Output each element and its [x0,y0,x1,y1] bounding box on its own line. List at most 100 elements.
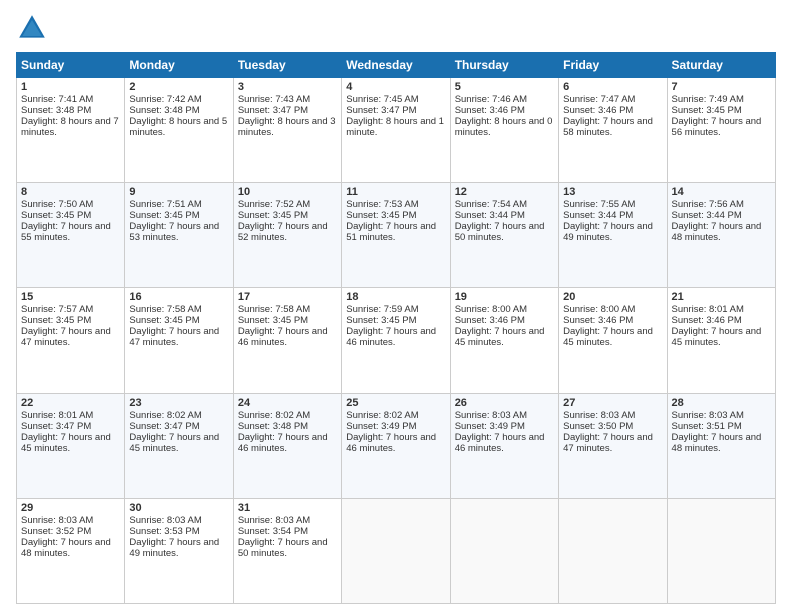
daylight: Daylight: 7 hours and 50 minutes. [238,537,328,559]
daylight: Daylight: 7 hours and 46 minutes. [346,432,436,454]
day-number: 31 [238,502,337,514]
sunrise: Sunrise: 7:41 AM [21,94,93,105]
sunset: Sunset: 3:45 PM [672,105,742,116]
sunrise: Sunrise: 8:02 AM [129,410,201,421]
sunrise: Sunrise: 8:02 AM [238,410,310,421]
sunset: Sunset: 3:46 PM [455,105,525,116]
calendar-cell: 22Sunrise: 8:01 AMSunset: 3:47 PMDayligh… [17,393,125,498]
calendar-cell: 16Sunrise: 7:58 AMSunset: 3:45 PMDayligh… [125,288,233,393]
day-number: 14 [672,186,771,198]
sunrise: Sunrise: 8:03 AM [455,410,527,421]
sunset: Sunset: 3:47 PM [346,105,416,116]
calendar-cell [342,498,450,603]
day-number: 3 [238,81,337,93]
daylight: Daylight: 8 hours and 7 minutes. [21,116,119,138]
daylight: Daylight: 7 hours and 46 minutes. [455,432,545,454]
calendar-cell [667,498,775,603]
sunrise: Sunrise: 7:51 AM [129,199,201,210]
sunset: Sunset: 3:47 PM [238,105,308,116]
daylight: Daylight: 7 hours and 49 minutes. [563,221,653,243]
calendar-cell: 28Sunrise: 8:03 AMSunset: 3:51 PMDayligh… [667,393,775,498]
calendar-cell: 17Sunrise: 7:58 AMSunset: 3:45 PMDayligh… [233,288,341,393]
calendar-cell: 10Sunrise: 7:52 AMSunset: 3:45 PMDayligh… [233,183,341,288]
daylight: Daylight: 7 hours and 53 minutes. [129,221,219,243]
daylight: Daylight: 7 hours and 45 minutes. [672,326,762,348]
calendar-cell: 9Sunrise: 7:51 AMSunset: 3:45 PMDaylight… [125,183,233,288]
calendar-cell: 3Sunrise: 7:43 AMSunset: 3:47 PMDaylight… [233,78,341,183]
sunrise: Sunrise: 7:57 AM [21,304,93,315]
sunset: Sunset: 3:45 PM [346,315,416,326]
day-number: 8 [21,186,120,198]
sunset: Sunset: 3:46 PM [563,315,633,326]
sunset: Sunset: 3:53 PM [129,526,199,537]
weekday-header: Sunday [17,53,125,78]
logo [16,12,52,44]
weekday-header: Wednesday [342,53,450,78]
calendar-header-row: SundayMondayTuesdayWednesdayThursdayFrid… [17,53,776,78]
daylight: Daylight: 7 hours and 55 minutes. [21,221,111,243]
calendar-cell: 14Sunrise: 7:56 AMSunset: 3:44 PMDayligh… [667,183,775,288]
calendar-cell: 27Sunrise: 8:03 AMSunset: 3:50 PMDayligh… [559,393,667,498]
day-number: 16 [129,291,228,303]
calendar-cell: 5Sunrise: 7:46 AMSunset: 3:46 PMDaylight… [450,78,558,183]
day-number: 6 [563,81,662,93]
sunset: Sunset: 3:48 PM [238,421,308,432]
calendar-cell: 30Sunrise: 8:03 AMSunset: 3:53 PMDayligh… [125,498,233,603]
day-number: 4 [346,81,445,93]
sunrise: Sunrise: 7:53 AM [346,199,418,210]
sunset: Sunset: 3:48 PM [129,105,199,116]
daylight: Daylight: 7 hours and 46 minutes. [238,432,328,454]
calendar-cell: 19Sunrise: 8:00 AMSunset: 3:46 PMDayligh… [450,288,558,393]
daylight: Daylight: 7 hours and 58 minutes. [563,116,653,138]
daylight: Daylight: 7 hours and 48 minutes. [21,537,111,559]
daylight: Daylight: 8 hours and 1 minute. [346,116,444,138]
calendar-page: SundayMondayTuesdayWednesdayThursdayFrid… [0,0,792,612]
sunset: Sunset: 3:50 PM [563,421,633,432]
sunset: Sunset: 3:47 PM [129,421,199,432]
calendar-cell: 23Sunrise: 8:02 AMSunset: 3:47 PMDayligh… [125,393,233,498]
calendar-week-row: 22Sunrise: 8:01 AMSunset: 3:47 PMDayligh… [17,393,776,498]
day-number: 15 [21,291,120,303]
calendar-cell: 4Sunrise: 7:45 AMSunset: 3:47 PMDaylight… [342,78,450,183]
sunrise: Sunrise: 7:45 AM [346,94,418,105]
day-number: 29 [21,502,120,514]
calendar-cell: 18Sunrise: 7:59 AMSunset: 3:45 PMDayligh… [342,288,450,393]
day-number: 11 [346,186,445,198]
sunset: Sunset: 3:44 PM [672,210,742,221]
weekday-header: Thursday [450,53,558,78]
sunrise: Sunrise: 8:01 AM [21,410,93,421]
sunset: Sunset: 3:46 PM [672,315,742,326]
day-number: 10 [238,186,337,198]
calendar-cell: 1Sunrise: 7:41 AMSunset: 3:48 PMDaylight… [17,78,125,183]
sunrise: Sunrise: 8:03 AM [21,515,93,526]
day-number: 7 [672,81,771,93]
sunset: Sunset: 3:45 PM [238,315,308,326]
daylight: Daylight: 8 hours and 0 minutes. [455,116,553,138]
sunset: Sunset: 3:45 PM [129,210,199,221]
day-number: 2 [129,81,228,93]
calendar-cell: 7Sunrise: 7:49 AMSunset: 3:45 PMDaylight… [667,78,775,183]
sunrise: Sunrise: 7:52 AM [238,199,310,210]
sunset: Sunset: 3:45 PM [21,315,91,326]
sunrise: Sunrise: 7:50 AM [21,199,93,210]
sunrise: Sunrise: 7:56 AM [672,199,744,210]
daylight: Daylight: 7 hours and 45 minutes. [455,326,545,348]
calendar-week-row: 8Sunrise: 7:50 AMSunset: 3:45 PMDaylight… [17,183,776,288]
sunset: Sunset: 3:52 PM [21,526,91,537]
day-number: 18 [346,291,445,303]
sunrise: Sunrise: 8:03 AM [238,515,310,526]
calendar-cell: 12Sunrise: 7:54 AMSunset: 3:44 PMDayligh… [450,183,558,288]
day-number: 30 [129,502,228,514]
sunrise: Sunrise: 8:03 AM [563,410,635,421]
sunset: Sunset: 3:54 PM [238,526,308,537]
day-number: 20 [563,291,662,303]
sunrise: Sunrise: 7:49 AM [672,94,744,105]
day-number: 28 [672,397,771,409]
calendar-cell: 20Sunrise: 8:00 AMSunset: 3:46 PMDayligh… [559,288,667,393]
sunset: Sunset: 3:46 PM [455,315,525,326]
day-number: 12 [455,186,554,198]
calendar-table: SundayMondayTuesdayWednesdayThursdayFrid… [16,52,776,604]
calendar-cell: 11Sunrise: 7:53 AMSunset: 3:45 PMDayligh… [342,183,450,288]
day-number: 1 [21,81,120,93]
day-number: 27 [563,397,662,409]
